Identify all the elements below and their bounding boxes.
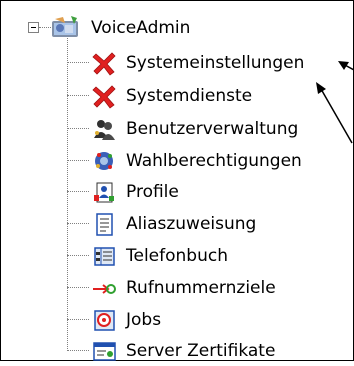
tree-item-label: Aliaszuweisung [126, 214, 257, 234]
tree-connector [67, 255, 89, 256]
tree-connector [67, 128, 89, 129]
tree-connector [67, 287, 89, 288]
collapse-toggle[interactable] [28, 22, 39, 33]
tree-view: VoiceAdmin Systemeinstellungen Systemdie… [1, 1, 353, 361]
tree-connector [67, 319, 89, 320]
alias-document-icon [96, 213, 113, 236]
tree-item-label: Jobs [126, 310, 162, 330]
voiceadmin-icon [52, 16, 78, 37]
tree-connector [67, 62, 89, 63]
tree-item-wahlberechtigungen[interactable]: Wahlberechtigungen [67, 146, 353, 176]
tree-item-label: Benutzerverwaltung [126, 119, 299, 139]
tree-connector [39, 27, 51, 28]
phonebook-icon [94, 247, 115, 266]
tree-item-jobs[interactable]: Jobs [67, 305, 353, 335]
tree-connector [67, 350, 89, 351]
profile-icon [94, 182, 114, 203]
tree-item-label: Profile [126, 182, 179, 202]
tree-item-server-zertifikate[interactable]: Server Zertifikate [67, 336, 353, 366]
tree-item-rufnummernziele[interactable]: Rufnummernziele [67, 273, 353, 303]
tree-connector [67, 160, 89, 161]
tree-item-label: Telefonbuch [126, 246, 228, 266]
red-x-icon [92, 52, 116, 76]
tree-item-telefonbuch[interactable]: Telefonbuch [67, 241, 353, 271]
tree-panel: VoiceAdmin Systemeinstellungen Systemdie… [0, 0, 354, 361]
tree-item-label: Wahlberechtigungen [126, 151, 302, 171]
tree-item-label: Systemdienste [126, 86, 253, 106]
tree-item-aliaszuweisung[interactable]: Aliaszuweisung [67, 209, 353, 239]
dial-permissions-icon [95, 152, 113, 170]
certificate-icon [93, 342, 116, 361]
tree-connector [67, 191, 89, 192]
tree-item-systemdienste[interactable]: Systemdienste [67, 81, 353, 111]
jobs-icon [94, 310, 115, 331]
users-icon [94, 120, 115, 140]
tree-item-benutzerverwaltung[interactable]: Benutzerverwaltung [67, 114, 353, 144]
red-x-icon [92, 85, 116, 109]
tree-connector [67, 95, 89, 96]
tree-item-systemeinstellungen[interactable]: Systemeinstellungen [67, 48, 353, 78]
tree-connector [67, 223, 89, 224]
tree-item-label: Server Zertifikate [126, 341, 276, 361]
arrow-target-icon [93, 284, 116, 294]
tree-item-label: Systemeinstellungen [126, 53, 305, 73]
tree-item-label: Rufnummernziele [126, 278, 276, 298]
tree-root-label[interactable]: VoiceAdmin [88, 16, 193, 40]
tree-item-profile[interactable]: Profile [67, 177, 353, 207]
